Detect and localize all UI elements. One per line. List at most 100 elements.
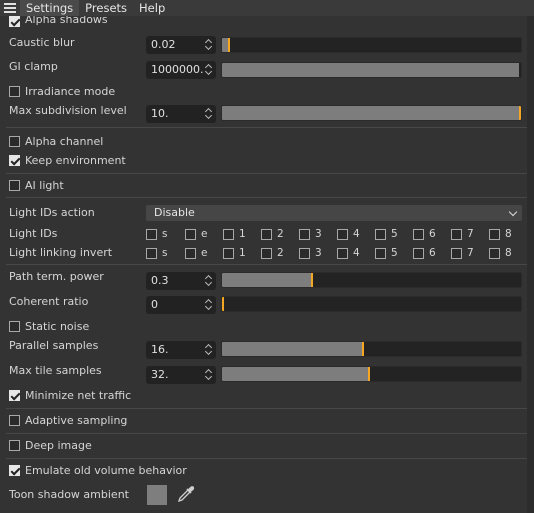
light-id-checkbox[interactable] [375,228,386,240]
light-id-toggle[interactable]: 5 [375,247,398,259]
irradiance-mode-checkbox[interactable] [9,86,20,97]
scrollbar[interactable] [527,16,534,513]
spinner-arrows-icon[interactable] [205,107,213,121]
spinner-arrows-icon[interactable] [205,274,213,288]
caustic-blur-slider[interactable] [221,37,522,53]
light-id-label: s [162,228,168,240]
irradiance-mode-label: Irradiance mode [25,85,116,98]
light-id-checkbox[interactable] [261,228,272,240]
slider-handle[interactable] [362,342,364,356]
light-id-checkbox[interactable] [489,228,500,240]
light-id-toggle[interactable]: 3 [299,247,322,259]
hamburger-menu-icon[interactable] [0,0,20,16]
light-id-label: 4 [353,228,360,240]
max-subdivision-input[interactable]: 10. [146,105,216,123]
light-id-toggle[interactable]: 7 [451,247,474,259]
coherent-ratio-label: Coherent ratio [9,295,89,308]
path-term-power-input[interactable]: 0.3 [146,272,216,290]
light-id-checkbox[interactable] [185,228,196,240]
light-id-checkbox[interactable] [337,247,348,259]
light-id-toggle[interactable]: 8 [489,228,512,240]
gi-clamp-input[interactable]: 1000000. [146,61,216,79]
light-id-toggle[interactable]: 7 [451,228,474,240]
light-id-checkbox[interactable] [223,228,234,240]
light-id-toggle[interactable]: 8 [489,247,512,259]
row-alpha-shadows: Alpha shadows [0,16,527,30]
light-id-toggle[interactable]: 3 [299,228,322,240]
light-id-toggle[interactable]: 4 [337,228,360,240]
caustic-blur-input[interactable]: 0.02 [146,36,216,54]
light-id-label: 2 [277,228,284,240]
max-subdivision-slider[interactable] [221,105,522,121]
light-id-toggle[interactable]: s [146,228,167,240]
light-id-checkbox[interactable] [223,247,234,259]
spinner-arrows-icon[interactable] [205,63,213,77]
row-adaptive-sampling: Adaptive sampling [0,414,527,428]
color-swatch[interactable] [147,485,167,505]
parallel-samples-label: Parallel samples [9,339,99,352]
light-id-toggle[interactable]: 6 [413,247,436,259]
alpha-channel-label: Alpha channel [25,135,104,148]
deep-image-checkbox[interactable] [9,440,20,451]
light-id-toggle[interactable]: 2 [261,228,284,240]
keep-environment-checkbox[interactable] [9,155,20,166]
path-term-power-slider[interactable] [221,272,522,288]
light-ids-action-dropdown[interactable]: Disable [146,205,522,221]
light-id-checkbox[interactable] [146,228,157,240]
light-id-toggle[interactable]: 2 [261,247,284,259]
slider-handle[interactable] [311,273,313,287]
menu-help[interactable]: Help [133,0,171,16]
row-ai-light: AI light [0,179,527,193]
light-id-checkbox[interactable] [413,247,424,259]
light-id-checkbox[interactable] [337,228,348,240]
emulate-old-volume-checkbox[interactable] [9,465,20,476]
ai-light-checkbox[interactable] [9,180,20,191]
menu-settings[interactable]: Settings [20,0,80,16]
spinner-arrows-icon[interactable] [205,298,213,312]
light-id-checkbox[interactable] [451,247,462,259]
adaptive-sampling-checkbox[interactable] [9,415,20,426]
spinner-arrows-icon[interactable] [205,368,213,382]
light-id-checkbox[interactable] [451,228,462,240]
minimize-net-traffic-checkbox[interactable] [9,390,20,401]
static-noise-checkbox[interactable] [9,321,20,332]
eyedropper-icon[interactable] [176,484,196,504]
alpha-shadows-checkbox[interactable] [9,16,20,27]
light-id-toggle[interactable]: 5 [375,228,398,240]
max-tile-samples-slider[interactable] [221,366,522,382]
slider-handle[interactable] [228,38,230,52]
light-id-checkbox[interactable] [375,247,386,259]
coherent-ratio-slider[interactable] [221,296,522,312]
light-id-toggle[interactable]: 1 [223,228,246,240]
parallel-samples-input[interactable]: 16. [146,341,216,359]
spinner-arrows-icon[interactable] [205,38,213,52]
light-id-toggle[interactable]: e [185,247,207,259]
max-tile-samples-input[interactable]: 32. [146,366,216,384]
spinner-arrows-icon[interactable] [205,343,213,357]
coherent-ratio-value: 0 [151,298,158,311]
slider-handle[interactable] [368,367,370,381]
ai-light-label: AI light [25,179,64,192]
light-id-checkbox[interactable] [489,247,500,259]
light-id-toggle[interactable]: 4 [337,247,360,259]
menu-presets[interactable]: Presets [79,0,133,16]
parallel-samples-slider[interactable] [221,341,522,357]
light-id-checkbox[interactable] [261,247,272,259]
light-id-checkbox[interactable] [146,247,157,259]
light-id-checkbox[interactable] [299,228,310,240]
slider-handle[interactable] [519,106,521,120]
light-id-toggle[interactable]: e [185,228,207,240]
max-tile-samples-value: 32. [151,368,169,381]
light-id-toggle[interactable]: s [146,247,167,259]
gi-clamp-slider[interactable] [221,62,522,78]
light-id-checkbox[interactable] [185,247,196,259]
light-id-checkbox[interactable] [299,247,310,259]
light-id-toggle[interactable]: 6 [413,228,436,240]
alpha-channel-checkbox[interactable] [9,136,20,147]
light-id-toggle[interactable]: 1 [223,247,246,259]
light-id-checkbox[interactable] [413,228,424,240]
max-subdivision-value: 10. [151,107,169,120]
coherent-ratio-input[interactable]: 0 [146,296,216,314]
light-id-label: s [162,247,168,259]
slider-handle[interactable] [222,297,224,311]
